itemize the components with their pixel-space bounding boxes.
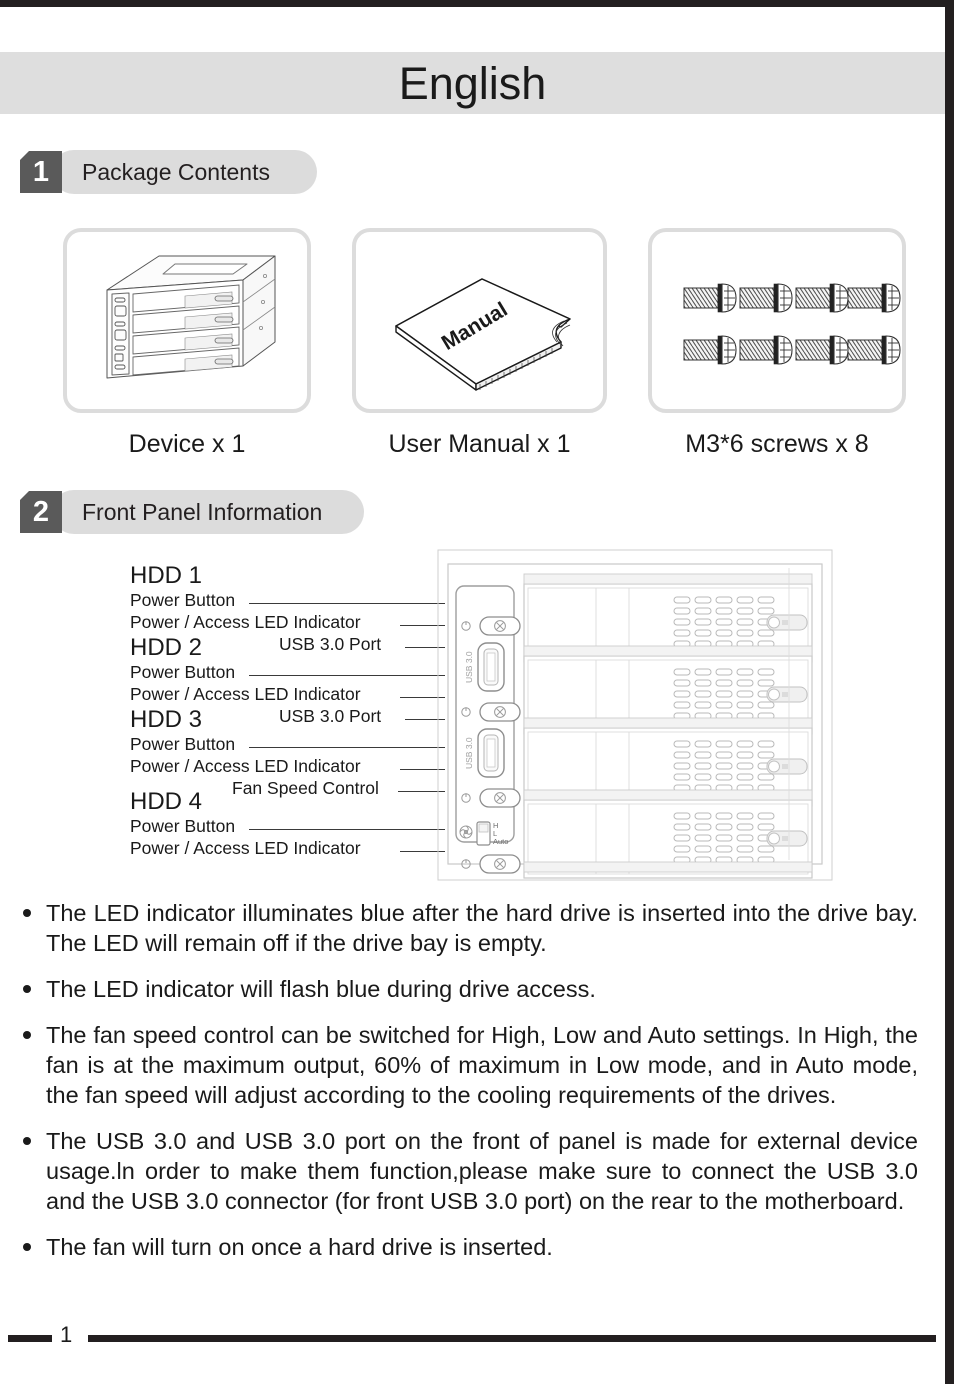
package-contents-row: Device x 1 Manual User Manual x 1 M3*6 s… — [0, 228, 945, 473]
section-title-package-contents: Package Contents — [82, 158, 270, 185]
leader-hdd2-power-button — [249, 675, 445, 676]
front-panel-enclosure-drawing: USB 3.0 USB 3.0 H L Auto — [437, 549, 833, 881]
section-header-front-panel: 2 Front Panel Information — [0, 490, 364, 534]
footer-rule-right — [88, 1335, 936, 1342]
page-title: English — [398, 57, 547, 109]
callout-hdd2-power-button: Power Button — [130, 662, 236, 682]
callout-hdd3-led: Power / Access LED Indicator — [130, 756, 361, 776]
note-item: The LED indicator illuminates blue after… — [18, 898, 918, 958]
callout-hdd3-power-button: Power Button — [130, 734, 236, 754]
note-text: The fan will turn on once a hard drive i… — [46, 1234, 553, 1260]
section-title-front-panel: Front Panel Information — [82, 498, 323, 525]
bullet-dot-icon — [23, 1243, 31, 1251]
package-item-manual-caption: User Manual x 1 — [388, 430, 571, 458]
callout-hdd2: HDD 2 — [130, 634, 203, 661]
callout-hdd3: HDD 3 — [130, 706, 203, 733]
bullet-dot-icon — [23, 1031, 31, 1039]
note-item: The fan will turn on once a hard drive i… — [18, 1232, 918, 1262]
callout-fan-speed-control: Fan Speed Control — [232, 778, 379, 798]
package-item-manual-frame: Manual — [352, 228, 607, 413]
leader-hdd4-power-button — [249, 829, 445, 830]
note-item: The fan speed control can be switched fo… — [18, 1020, 918, 1110]
language-title-band: English — [0, 52, 945, 114]
package-item-device-frame — [63, 228, 311, 413]
callout-usb-port-2: USB 3.0 Port — [279, 706, 382, 726]
page-top-border — [0, 0, 954, 7]
bullet-dot-icon — [23, 1137, 31, 1145]
fan-switch-position-auto: Auto — [493, 837, 508, 846]
note-item: The USB 3.0 and USB 3.0 port on the fron… — [18, 1126, 918, 1216]
package-item-device: Device x 1 — [63, 228, 311, 459]
page-right-border — [945, 0, 954, 1384]
callout-hdd4-led: Power / Access LED Indicator — [130, 838, 361, 858]
user-manual-illustration: Manual — [395, 278, 571, 391]
section-number-badge: 1 — [20, 151, 62, 193]
callout-hdd4-power-button: Power Button — [130, 816, 236, 836]
leader-hdd1-power-button — [249, 603, 445, 604]
screws-illustration — [683, 283, 901, 365]
section-number-badge: 2 — [20, 491, 62, 533]
package-item-screws: M3*6 screws x 8 — [648, 228, 906, 459]
leader-hdd3-power-button — [249, 747, 445, 748]
callout-hdd1: HDD 1 — [130, 562, 203, 589]
note-text: The USB 3.0 and USB 3.0 port on the fron… — [46, 1128, 918, 1214]
callout-hdd1-power-button: Power Button — [130, 590, 236, 610]
package-item-screws-caption: M3*6 screws x 8 — [685, 430, 869, 458]
hdd-enclosure-illustration — [106, 255, 276, 379]
package-item-screws-frame — [648, 228, 906, 413]
usb-port-label-2: USB 3.0 — [464, 737, 474, 769]
bullet-dot-icon — [23, 985, 31, 993]
page-footer: 1 — [0, 1322, 945, 1347]
package-item-device-caption: Device x 1 — [128, 430, 246, 458]
note-text: The LED indicator illuminates blue after… — [46, 900, 918, 956]
note-text: The fan speed control can be switched fo… — [46, 1022, 918, 1108]
bullet-dot-icon — [23, 909, 31, 917]
package-item-manual: Manual User Manual x 1 — [352, 228, 607, 459]
callout-hdd2-led: Power / Access LED Indicator — [130, 684, 361, 704]
page-number: 1 — [60, 1322, 73, 1347]
note-item: The LED indicator will flash blue during… — [18, 974, 918, 1004]
callout-hdd4: HDD 4 — [130, 788, 203, 815]
front-panel-callout-labels: HDD 1 Power Button Power / Access LED In… — [0, 540, 445, 890]
notes-list: The LED indicator illuminates blue after… — [18, 898, 918, 1278]
section-header-package-contents: 1 Package Contents — [0, 150, 317, 194]
callout-usb-port-1: USB 3.0 Port — [279, 634, 382, 654]
callout-hdd1-led: Power / Access LED Indicator — [130, 612, 361, 632]
front-panel-diagram-area: HDD 1 Power Button Power / Access LED In… — [0, 540, 945, 900]
footer-rule-left — [8, 1335, 52, 1342]
usb-port-label-1: USB 3.0 — [464, 651, 474, 683]
note-text: The LED indicator will flash blue during… — [46, 976, 596, 1002]
